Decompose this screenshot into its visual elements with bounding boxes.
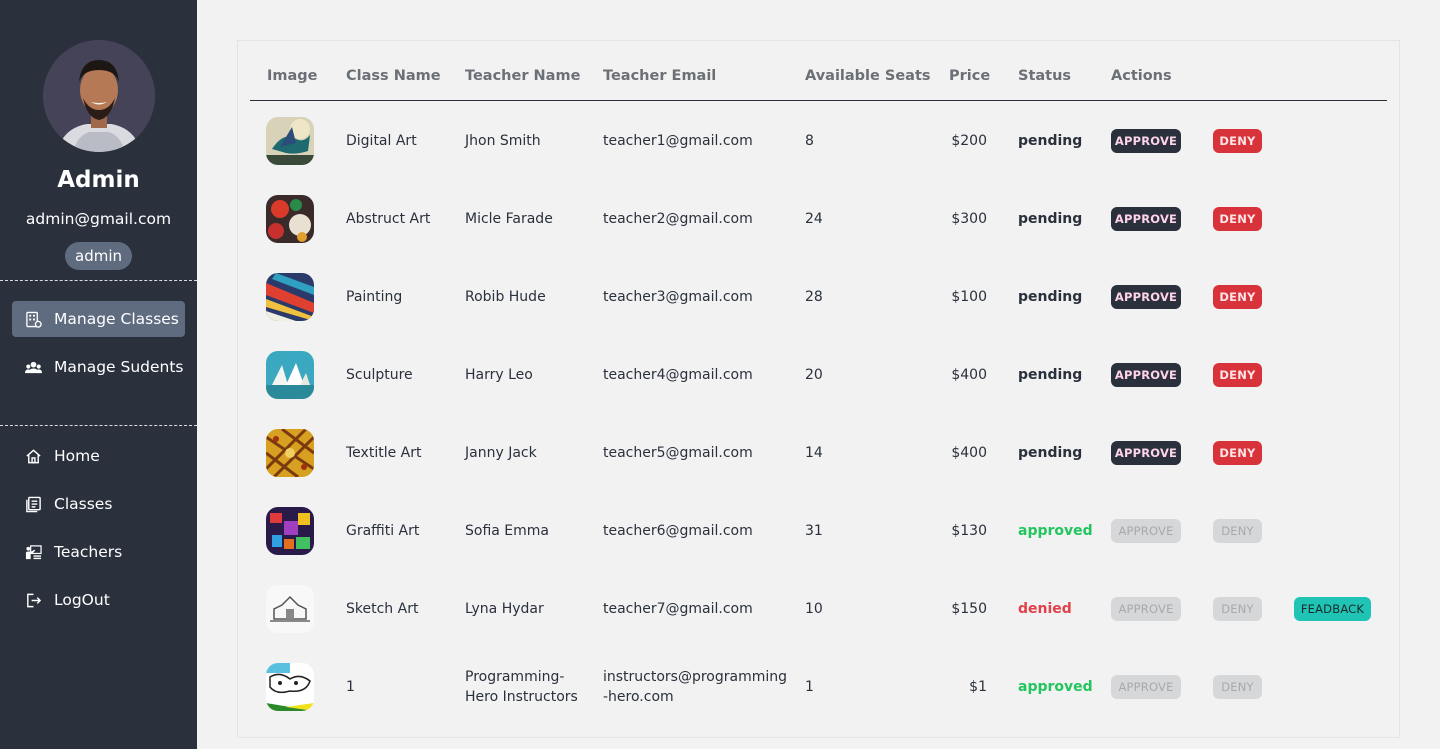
price: $400 [951, 445, 987, 461]
class-thumbnail [266, 117, 314, 165]
price: $150 [951, 601, 987, 617]
deny-button: DENY [1213, 597, 1262, 621]
teacher-name: Lyna Hydar [465, 601, 544, 617]
column-header-actions: Actions [1111, 68, 1172, 84]
approve-button: APPROVE [1111, 597, 1181, 621]
price: $300 [951, 211, 987, 227]
price: $1 [969, 679, 987, 695]
available-seats: 1 [805, 679, 814, 695]
approve-button: APPROVE [1111, 519, 1181, 543]
table-row: Graffiti Art Sofia Emma teacher6@gmail.c… [0, 492, 1440, 570]
teacher-email: teacher5@gmail.com [603, 445, 753, 461]
class-name: Textitle Art [346, 445, 422, 461]
teacher-email: teacher1@gmail.com [603, 133, 753, 149]
class-thumbnail [266, 273, 314, 321]
table-row: Textitle Art Janny Jack teacher5@gmail.c… [0, 414, 1440, 492]
teacher-name: Jhon Smith [465, 133, 541, 149]
status-badge: pending [1018, 289, 1083, 305]
status-badge: denied [1018, 601, 1072, 617]
approve-button[interactable]: APPROVE [1111, 207, 1181, 231]
status-badge: approved [1018, 523, 1093, 539]
column-header-teacher-name: Teacher Name [465, 68, 581, 84]
available-seats: 28 [805, 289, 823, 305]
feedback-button[interactable]: FEADBACK [1294, 597, 1371, 621]
class-name: Graffiti Art [346, 523, 420, 539]
teacher-name: Sofia Emma [465, 523, 549, 539]
column-header-available-seats: Available Seats [805, 68, 931, 84]
teacher-name: Micle Farade [465, 211, 553, 227]
available-seats: 14 [805, 445, 823, 461]
teacher-email: teacher6@gmail.com [603, 523, 753, 539]
class-name: Painting [346, 289, 403, 305]
column-header-status: Status [1018, 68, 1072, 84]
class-thumbnail [266, 585, 314, 633]
header-divider [250, 100, 1387, 101]
approve-button[interactable]: APPROVE [1111, 441, 1181, 465]
table-row: Abstruct Art Micle Farade teacher2@gmail… [0, 180, 1440, 258]
teacher-email: teacher3@gmail.com [603, 289, 753, 305]
deny-button[interactable]: DENY [1213, 129, 1262, 153]
teacher-name: Janny Jack [465, 445, 537, 461]
teacher-name: Programming-Hero Instructors [465, 669, 578, 705]
column-header-class-name: Class Name [346, 68, 441, 84]
deny-button[interactable]: DENY [1213, 441, 1262, 465]
approve-button[interactable]: APPROVE [1111, 285, 1181, 309]
class-name: 1 [346, 679, 355, 695]
approve-button[interactable]: APPROVE [1111, 129, 1181, 153]
teacher-email: teacher2@gmail.com [603, 211, 753, 227]
class-thumbnail [266, 507, 314, 555]
status-badge: pending [1018, 133, 1083, 149]
teacher-email: teacher4@gmail.com [603, 367, 753, 383]
price: $100 [951, 289, 987, 305]
deny-button: DENY [1213, 675, 1262, 699]
column-header-image: Image [267, 68, 318, 84]
deny-button[interactable]: DENY [1213, 363, 1262, 387]
available-seats: 10 [805, 601, 823, 617]
available-seats: 8 [805, 133, 814, 149]
teacher-name: Harry Leo [465, 367, 533, 383]
price: $130 [951, 523, 987, 539]
class-name: Sketch Art [346, 601, 419, 617]
available-seats: 20 [805, 367, 823, 383]
class-thumbnail [266, 429, 314, 477]
class-name: Sculpture [346, 367, 413, 383]
table-row: Digital Art Jhon Smith teacher1@gmail.co… [0, 102, 1440, 180]
deny-button[interactable]: DENY [1213, 285, 1262, 309]
status-badge: pending [1018, 367, 1083, 383]
table-row: 1 Programming-Hero Instructors instructo… [0, 648, 1440, 726]
class-name: Abstruct Art [346, 211, 431, 227]
class-name: Digital Art [346, 133, 417, 149]
approve-button: APPROVE [1111, 675, 1181, 699]
table-row: Sculpture Harry Leo teacher4@gmail.com 2… [0, 336, 1440, 414]
status-badge: pending [1018, 211, 1083, 227]
class-thumbnail [266, 195, 314, 243]
column-header-teacher-email: Teacher Email [603, 68, 717, 84]
deny-button: DENY [1213, 519, 1262, 543]
status-badge: pending [1018, 445, 1083, 461]
teacher-name: Robib Hude [465, 289, 546, 305]
price: $200 [951, 133, 987, 149]
column-header-price: Price [949, 68, 991, 84]
teacher-email: instructors@programming-hero.com [603, 669, 788, 705]
table-row: Sketch Art Lyna Hydar teacher7@gmail.com… [0, 570, 1440, 648]
deny-button[interactable]: DENY [1213, 207, 1262, 231]
teacher-email: teacher7@gmail.com [603, 601, 753, 617]
approve-button[interactable]: APPROVE [1111, 363, 1181, 387]
table-row: Painting Robib Hude teacher3@gmail.com 2… [0, 258, 1440, 336]
price: $400 [951, 367, 987, 383]
available-seats: 31 [805, 523, 823, 539]
class-thumbnail [266, 351, 314, 399]
class-thumbnail [266, 663, 314, 711]
status-badge: approved [1018, 679, 1093, 695]
available-seats: 24 [805, 211, 823, 227]
